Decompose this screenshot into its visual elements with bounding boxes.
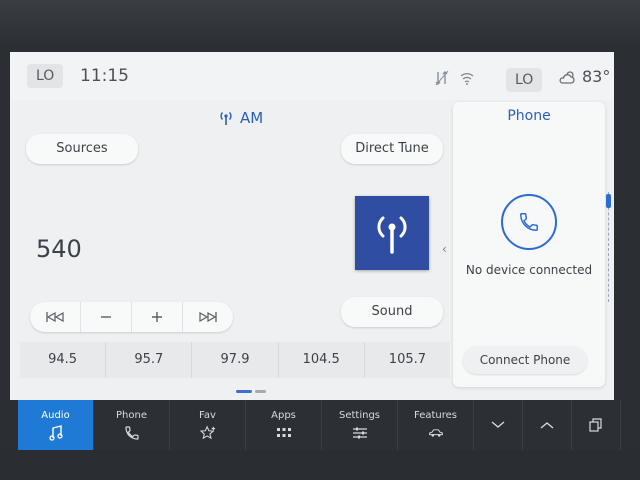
connect-phone-button[interactable]: Connect Phone (463, 346, 587, 374)
preset-5[interactable]: 105.7 (363, 342, 450, 378)
nav-features[interactable]: Features (398, 400, 474, 450)
phone-icon (124, 425, 140, 441)
seek-forward-icon (199, 312, 217, 322)
nav-phone-label: Phone (116, 409, 147, 421)
seek-forward-button[interactable] (182, 302, 233, 332)
sliders-icon (352, 425, 368, 441)
star-plus-icon (199, 424, 216, 441)
bottom-nav-bar: Audio Phone Fav Apps Settings Features (18, 400, 622, 450)
plus-icon (152, 312, 162, 322)
chevron-down-icon (491, 421, 505, 428)
preset-1[interactable]: 94.5 (20, 342, 105, 378)
preset-page-indicator (236, 381, 269, 400)
preset-4[interactable]: 104.5 (277, 342, 364, 378)
nav-collapse-button[interactable] (474, 400, 523, 450)
source-name: AM (240, 109, 264, 127)
sound-button[interactable]: Sound (341, 297, 443, 327)
panel-scrollbar[interactable] (608, 192, 611, 302)
station-artwork (355, 196, 429, 270)
bezel-top (0, 0, 640, 52)
preset-2[interactable]: 95.7 (105, 342, 191, 378)
direct-tune-button[interactable]: Direct Tune (341, 134, 443, 164)
bezel-bottom (0, 450, 640, 480)
tune-up-button[interactable] (131, 302, 182, 332)
clock: 11:15 (80, 66, 129, 86)
climate-left-temp[interactable]: LO (27, 64, 64, 88)
phone-panel-title: Phone (507, 108, 551, 124)
seek-back-button[interactable] (30, 302, 80, 332)
nav-phone[interactable]: Phone (94, 400, 170, 450)
climate-right-temp[interactable]: LO (506, 68, 543, 92)
nav-features-label: Features (414, 409, 457, 421)
collapse-panel-chevron-icon[interactable]: ‹ (442, 242, 447, 256)
nav-audio-label: Audio (41, 409, 70, 421)
audio-source-title: AM (218, 109, 263, 127)
music-note-icon (48, 424, 64, 441)
nav-settings[interactable]: Settings (322, 400, 398, 450)
nav-apps[interactable]: Apps (246, 400, 322, 450)
wifi-icon (459, 70, 475, 86)
preset-bar: 94.5 95.7 97.9 104.5 105.7 (20, 342, 450, 378)
car-icon (428, 425, 444, 441)
preset-3[interactable]: 97.9 (191, 342, 277, 378)
grid-icon (276, 425, 292, 441)
phone-status-text: No device connected (465, 263, 593, 277)
broadcast-icon (377, 216, 407, 254)
playback-controls (30, 302, 233, 332)
nav-audio[interactable]: Audio (18, 400, 94, 450)
outside-temperature: 83° (582, 67, 611, 86)
phone-panel: Phone No device connected Connect Phone (453, 102, 605, 387)
status-bar: LO 11:15 LO 83° (10, 52, 614, 100)
seek-back-icon (46, 312, 64, 322)
sources-button[interactable]: Sources (26, 134, 138, 164)
nav-screens-button[interactable] (572, 400, 621, 450)
nav-apps-label: Apps (271, 409, 296, 421)
no-signal-icon (434, 70, 450, 86)
nav-expand-button[interactable] (523, 400, 572, 450)
tune-down-button[interactable] (80, 302, 131, 332)
nav-settings-label: Settings (338, 409, 380, 421)
phone-icon (520, 213, 538, 231)
page-dot-active (236, 390, 252, 393)
copy-screens-icon (589, 418, 602, 432)
page-dot (255, 390, 266, 393)
chevron-up-icon (540, 422, 554, 429)
minus-icon (101, 316, 111, 318)
panel-scroll-thumb[interactable] (606, 194, 611, 208)
phone-status-circle[interactable] (501, 194, 557, 250)
nav-fav[interactable]: Fav (170, 400, 246, 450)
cloud-sun-icon (558, 70, 575, 86)
screen: LO 11:15 LO 83° AM Sources Direct Tune 5… (10, 52, 614, 400)
nav-fav-label: Fav (199, 409, 216, 421)
broadcast-icon (220, 112, 232, 125)
station-frequency: 540 (36, 235, 82, 263)
